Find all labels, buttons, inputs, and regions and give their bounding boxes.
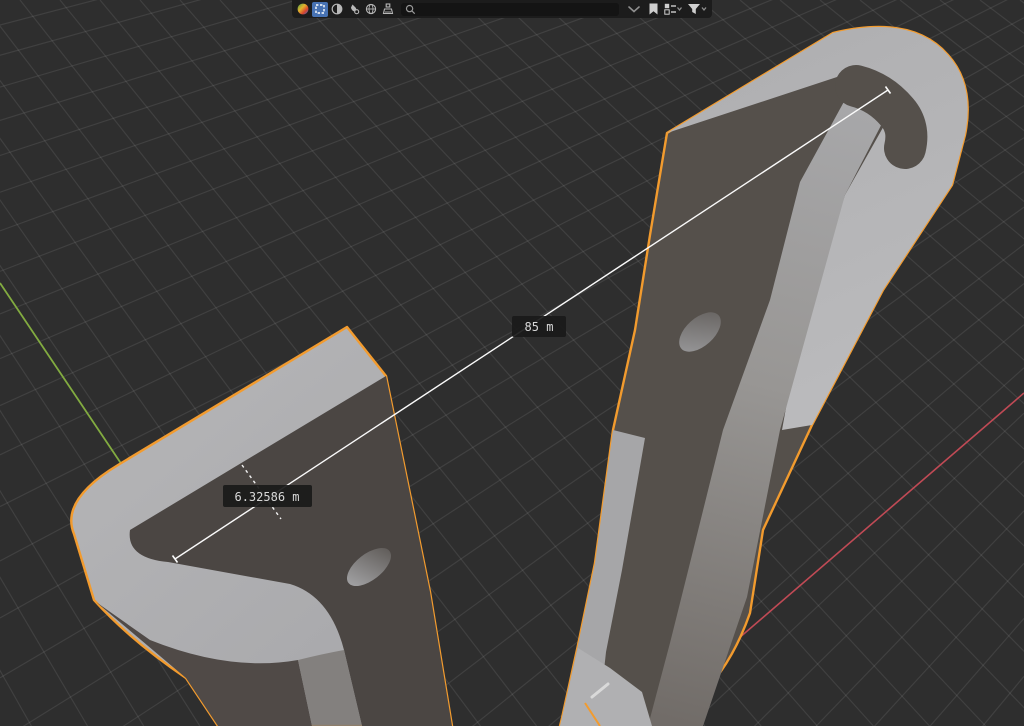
box-select-icon[interactable] — [312, 2, 328, 17]
viewport-3d[interactable]: 85 m 6.32586 m — [0, 0, 1024, 726]
brush-icon[interactable] — [380, 2, 396, 17]
scene-canvas[interactable]: 85 m 6.32586 m — [0, 0, 1024, 726]
bookmark-glyph — [648, 3, 659, 15]
matcap-sphere-icon[interactable] — [295, 2, 311, 17]
filter-funnel-glyph — [687, 3, 708, 15]
search-input[interactable] — [419, 3, 615, 15]
top-toolbar — [292, 0, 712, 18]
outliner-display-icon[interactable] — [662, 2, 684, 17]
outliner-glyph — [664, 3, 683, 15]
measurement-label-thickness: 6.32586 m — [223, 485, 312, 507]
contrast-sphere-glyph — [331, 3, 343, 15]
bookmark-icon[interactable] — [645, 2, 661, 17]
toolbar-right-group — [624, 2, 709, 17]
collapse-chevron-icon[interactable] — [624, 2, 644, 17]
box-select-glyph — [314, 3, 326, 15]
contrast-sphere-icon[interactable] — [329, 2, 345, 17]
brush-glyph — [382, 3, 394, 15]
droplet-glyph — [348, 3, 360, 15]
distance-value: 85 m — [525, 320, 554, 334]
command-search[interactable] — [401, 3, 619, 16]
filter-icon[interactable] — [685, 2, 709, 17]
globe-glyph — [365, 3, 377, 15]
droplet-icon[interactable] — [346, 2, 362, 17]
search-icon — [405, 4, 416, 15]
measurement-label-distance: 85 m — [512, 316, 566, 337]
chevron-down-icon — [627, 4, 641, 14]
matcap-sphere-glyph — [297, 3, 309, 15]
thickness-value: 6.32586 m — [234, 490, 299, 504]
globe-icon[interactable] — [363, 2, 379, 17]
